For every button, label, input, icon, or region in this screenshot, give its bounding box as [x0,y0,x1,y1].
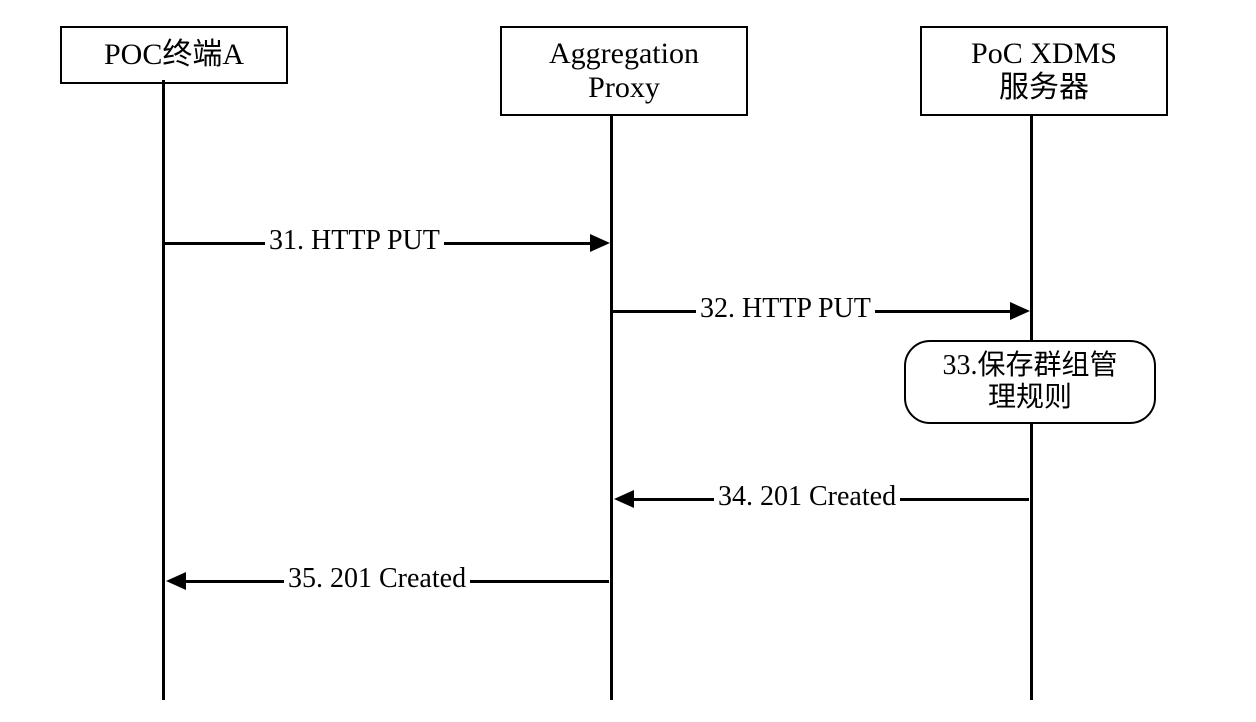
note-33: 33.保存群组管 理规则 [904,340,1156,424]
message-label-35: 35. 201 Created [284,563,470,595]
arrowhead-32 [1010,302,1030,320]
participant-poc-xdms: PoC XDMS 服务器 [920,26,1168,116]
note-line1: 33.保存群组管 [942,350,1117,381]
lifeline-proxy [610,114,613,700]
lifeline-a [162,80,165,700]
participant-poc-terminal-a: POC终端A [60,26,288,84]
participant-label: POC终端A [104,38,244,73]
participant-aggregation-proxy: Aggregation Proxy [500,26,748,116]
note-line2: 理规则 [988,382,1072,413]
participant-label-line1: PoC XDMS [971,37,1117,70]
message-label-31: 31. HTTP PUT [265,225,444,257]
message-label-34: 34. 201 Created [714,481,900,513]
arrowhead-34 [614,490,634,508]
message-label-32: 32. HTTP PUT [696,293,875,325]
participant-label-line2: Proxy [588,71,660,104]
sequence-diagram: POC终端A Aggregation Proxy PoC XDMS 服务器 31… [20,20,1220,700]
participant-label-line2: 服务器 [999,71,1089,104]
arrowhead-35 [166,572,186,590]
arrowhead-31 [590,234,610,252]
participant-label-line1: Aggregation [549,37,699,70]
